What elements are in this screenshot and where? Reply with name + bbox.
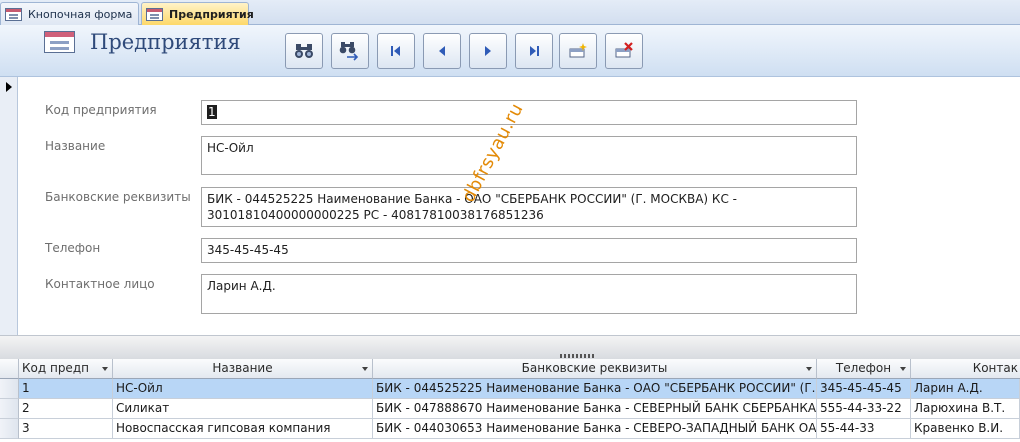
form-logo-icon — [44, 31, 75, 53]
previous-record-icon — [439, 46, 445, 56]
tab-switchboard[interactable]: Кнопочная форма — [0, 2, 139, 25]
row-selector[interactable] — [0, 379, 19, 399]
tab-label: Предприятия — [169, 7, 254, 21]
new-record-icon — [569, 43, 587, 58]
label-contact: Контактное лицо — [45, 277, 155, 291]
find-button[interactable] — [285, 33, 323, 69]
dropdown-arrow-icon[interactable] — [900, 367, 906, 371]
row-selector[interactable] — [0, 399, 19, 419]
label-phone: Телефон — [45, 241, 101, 255]
table-cell[interactable]: БИК - 047888670 Наименование Банка - СЕВ… — [373, 399, 817, 419]
label-name: Название — [45, 139, 106, 153]
form-icon — [5, 7, 22, 21]
form-title: Предприятия — [90, 30, 241, 54]
table-cell[interactable]: НС-Ойл — [113, 379, 373, 399]
next-record-button[interactable] — [469, 33, 507, 69]
replace-button[interactable] — [331, 33, 369, 69]
name-field[interactable]: НС-Ойл — [201, 136, 857, 175]
select-all-corner[interactable] — [0, 359, 19, 379]
table-cell[interactable]: 1 — [19, 379, 113, 399]
delete-record-button[interactable] — [605, 33, 643, 69]
current-record-arrow-icon — [6, 82, 12, 92]
first-record-button[interactable] — [377, 33, 415, 69]
access-window: Кнопочная форма Предприятия Предприятия — [0, 0, 1020, 442]
first-record-icon — [391, 46, 400, 56]
column-header-phone[interactable]: Телефон — [817, 359, 911, 379]
table-cell[interactable]: Ларин А.Д. — [911, 379, 1020, 399]
contact-field[interactable]: Ларин А.Д. — [201, 274, 857, 314]
table-cell[interactable]: Силикат — [113, 399, 373, 419]
split-form-splitter[interactable] — [0, 335, 1020, 359]
column-header-label: Код предп — [22, 361, 89, 375]
table-cell[interactable]: БИК - 044030653 Наименование Банка - СЕВ… — [373, 419, 817, 439]
dropdown-arrow-icon[interactable] — [806, 367, 812, 371]
label-code: Код предприятия — [45, 103, 157, 117]
table-cell[interactable]: Кравенко В.И. — [911, 419, 1020, 439]
form-icon — [146, 7, 163, 21]
dropdown-arrow-icon[interactable] — [362, 367, 368, 371]
binoculars-replace-icon — [339, 42, 359, 61]
column-header-label: Банковские реквизиты — [521, 361, 668, 375]
column-header-contact[interactable]: Контак — [911, 359, 1020, 379]
table-cell[interactable]: 345-45-45-45 — [817, 379, 911, 399]
phone-field[interactable]: 345-45-45-45 — [201, 238, 857, 263]
document-tab-bar: Кнопочная форма Предприятия — [0, 0, 1020, 25]
tab-label: Кнопочная форма — [28, 7, 133, 21]
column-header-label: Контак — [972, 361, 1018, 375]
code-value: 1 — [207, 105, 217, 119]
new-record-button[interactable] — [559, 33, 597, 69]
column-header-label: Телефон — [835, 361, 892, 375]
binoculars-icon — [295, 44, 313, 58]
previous-record-button[interactable] — [423, 33, 461, 69]
last-record-icon — [530, 46, 539, 56]
table-cell[interactable]: Новоспасская гипсовая компания — [113, 419, 373, 439]
column-header-label: Название — [212, 361, 273, 375]
table-cell[interactable]: 3 — [19, 419, 113, 439]
next-record-icon — [485, 46, 491, 56]
table-cell[interactable]: 555-44-33-22 — [817, 399, 911, 419]
column-header-name[interactable]: Название — [113, 359, 373, 379]
table-cell[interactable]: БИК - 044525225 Наименование Банка - ОАО… — [373, 379, 817, 399]
delete-record-icon — [615, 42, 633, 58]
label-bank: Банковские реквизиты — [45, 190, 191, 204]
form-header: Предприятия — [0, 25, 1020, 77]
code-field[interactable]: 1 — [201, 100, 857, 125]
last-record-button[interactable] — [515, 33, 553, 69]
row-selector[interactable] — [0, 419, 19, 439]
bank-details-field[interactable]: БИК - 044525225 Наименование Банка - ОАО… — [201, 187, 857, 227]
tab-enterprises[interactable]: Предприятия — [141, 2, 254, 25]
column-header-code[interactable]: Код предп — [19, 359, 113, 379]
record-selector[interactable] — [0, 77, 18, 335]
dropdown-arrow-icon[interactable] — [102, 367, 108, 371]
datasheet: Код предп Название Банковские реквизиты … — [0, 359, 1020, 442]
table-cell[interactable]: Ларюхина В.Т. — [911, 399, 1020, 419]
table-cell[interactable]: 2 — [19, 399, 113, 419]
column-header-bank[interactable]: Банковские реквизиты — [373, 359, 817, 379]
splitter-grip-icon[interactable] — [560, 354, 594, 358]
table-cell[interactable]: 55-44-33 — [817, 419, 911, 439]
